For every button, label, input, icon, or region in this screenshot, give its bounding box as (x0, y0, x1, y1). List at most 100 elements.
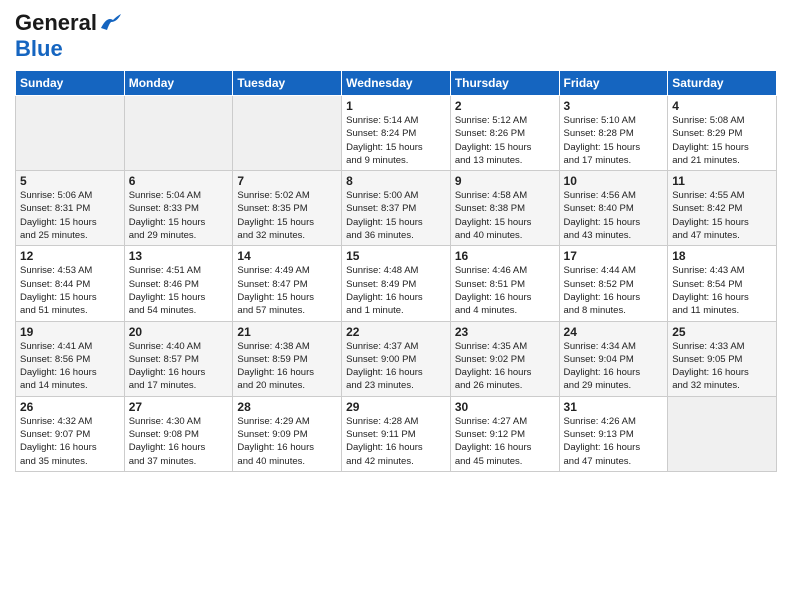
day-info: Sunrise: 4:49 AM Sunset: 8:47 PM Dayligh… (237, 264, 337, 317)
day-info: Sunrise: 4:27 AM Sunset: 9:12 PM Dayligh… (455, 415, 555, 468)
day-number: 16 (455, 249, 555, 263)
calendar-cell (124, 96, 233, 171)
calendar-cell: 16Sunrise: 4:46 AM Sunset: 8:51 PM Dayli… (450, 246, 559, 321)
page: General Blue SundayMondayTuesdayWednesda… (0, 0, 792, 612)
day-number: 24 (564, 325, 664, 339)
day-info: Sunrise: 4:38 AM Sunset: 8:59 PM Dayligh… (237, 340, 337, 393)
day-number: 27 (129, 400, 229, 414)
day-number: 4 (672, 99, 772, 113)
day-number: 30 (455, 400, 555, 414)
calendar-cell: 31Sunrise: 4:26 AM Sunset: 9:13 PM Dayli… (559, 396, 668, 471)
day-info: Sunrise: 4:43 AM Sunset: 8:54 PM Dayligh… (672, 264, 772, 317)
calendar-cell (16, 96, 125, 171)
calendar-cell: 13Sunrise: 4:51 AM Sunset: 8:46 PM Dayli… (124, 246, 233, 321)
day-number: 6 (129, 174, 229, 188)
day-number: 11 (672, 174, 772, 188)
header: General Blue (15, 10, 777, 62)
day-info: Sunrise: 5:04 AM Sunset: 8:33 PM Dayligh… (129, 189, 229, 242)
day-info: Sunrise: 5:10 AM Sunset: 8:28 PM Dayligh… (564, 114, 664, 167)
day-number: 13 (129, 249, 229, 263)
calendar-cell: 21Sunrise: 4:38 AM Sunset: 8:59 PM Dayli… (233, 321, 342, 396)
logo-bird-icon (99, 14, 121, 32)
day-info: Sunrise: 5:12 AM Sunset: 8:26 PM Dayligh… (455, 114, 555, 167)
day-info: Sunrise: 4:48 AM Sunset: 8:49 PM Dayligh… (346, 264, 446, 317)
calendar-cell: 30Sunrise: 4:27 AM Sunset: 9:12 PM Dayli… (450, 396, 559, 471)
day-number: 21 (237, 325, 337, 339)
calendar-cell: 4Sunrise: 5:08 AM Sunset: 8:29 PM Daylig… (668, 96, 777, 171)
day-number: 23 (455, 325, 555, 339)
calendar-cell: 28Sunrise: 4:29 AM Sunset: 9:09 PM Dayli… (233, 396, 342, 471)
logo-general: General (15, 10, 97, 36)
calendar-week-5: 26Sunrise: 4:32 AM Sunset: 9:07 PM Dayli… (16, 396, 777, 471)
day-info: Sunrise: 4:46 AM Sunset: 8:51 PM Dayligh… (455, 264, 555, 317)
day-number: 7 (237, 174, 337, 188)
calendar-cell: 27Sunrise: 4:30 AM Sunset: 9:08 PM Dayli… (124, 396, 233, 471)
calendar-week-1: 1Sunrise: 5:14 AM Sunset: 8:24 PM Daylig… (16, 96, 777, 171)
day-number: 10 (564, 174, 664, 188)
calendar-cell: 15Sunrise: 4:48 AM Sunset: 8:49 PM Dayli… (342, 246, 451, 321)
day-number: 5 (20, 174, 120, 188)
calendar-cell: 29Sunrise: 4:28 AM Sunset: 9:11 PM Dayli… (342, 396, 451, 471)
calendar-cell: 3Sunrise: 5:10 AM Sunset: 8:28 PM Daylig… (559, 96, 668, 171)
day-number: 31 (564, 400, 664, 414)
day-number: 2 (455, 99, 555, 113)
calendar-header-friday: Friday (559, 71, 668, 96)
day-number: 29 (346, 400, 446, 414)
calendar-cell: 18Sunrise: 4:43 AM Sunset: 8:54 PM Dayli… (668, 246, 777, 321)
day-info: Sunrise: 4:55 AM Sunset: 8:42 PM Dayligh… (672, 189, 772, 242)
calendar-cell (668, 396, 777, 471)
day-info: Sunrise: 4:56 AM Sunset: 8:40 PM Dayligh… (564, 189, 664, 242)
day-info: Sunrise: 4:51 AM Sunset: 8:46 PM Dayligh… (129, 264, 229, 317)
calendar-cell: 17Sunrise: 4:44 AM Sunset: 8:52 PM Dayli… (559, 246, 668, 321)
day-info: Sunrise: 5:06 AM Sunset: 8:31 PM Dayligh… (20, 189, 120, 242)
calendar-week-2: 5Sunrise: 5:06 AM Sunset: 8:31 PM Daylig… (16, 171, 777, 246)
day-number: 9 (455, 174, 555, 188)
calendar-week-3: 12Sunrise: 4:53 AM Sunset: 8:44 PM Dayli… (16, 246, 777, 321)
calendar-cell: 2Sunrise: 5:12 AM Sunset: 8:26 PM Daylig… (450, 96, 559, 171)
day-info: Sunrise: 4:32 AM Sunset: 9:07 PM Dayligh… (20, 415, 120, 468)
calendar-cell: 25Sunrise: 4:33 AM Sunset: 9:05 PM Dayli… (668, 321, 777, 396)
calendar-header-thursday: Thursday (450, 71, 559, 96)
calendar-cell: 8Sunrise: 5:00 AM Sunset: 8:37 PM Daylig… (342, 171, 451, 246)
day-info: Sunrise: 5:00 AM Sunset: 8:37 PM Dayligh… (346, 189, 446, 242)
calendar-cell: 14Sunrise: 4:49 AM Sunset: 8:47 PM Dayli… (233, 246, 342, 321)
logo-blue: Blue (15, 36, 63, 61)
day-number: 25 (672, 325, 772, 339)
calendar-cell: 12Sunrise: 4:53 AM Sunset: 8:44 PM Dayli… (16, 246, 125, 321)
calendar-table: SundayMondayTuesdayWednesdayThursdayFrid… (15, 70, 777, 472)
logo: General Blue (15, 10, 121, 62)
day-info: Sunrise: 4:35 AM Sunset: 9:02 PM Dayligh… (455, 340, 555, 393)
day-info: Sunrise: 4:26 AM Sunset: 9:13 PM Dayligh… (564, 415, 664, 468)
day-number: 15 (346, 249, 446, 263)
calendar-cell: 26Sunrise: 4:32 AM Sunset: 9:07 PM Dayli… (16, 396, 125, 471)
day-info: Sunrise: 5:14 AM Sunset: 8:24 PM Dayligh… (346, 114, 446, 167)
day-number: 17 (564, 249, 664, 263)
calendar-header-wednesday: Wednesday (342, 71, 451, 96)
calendar-cell: 20Sunrise: 4:40 AM Sunset: 8:57 PM Dayli… (124, 321, 233, 396)
calendar-cell: 7Sunrise: 5:02 AM Sunset: 8:35 PM Daylig… (233, 171, 342, 246)
calendar-cell (233, 96, 342, 171)
calendar-cell: 23Sunrise: 4:35 AM Sunset: 9:02 PM Dayli… (450, 321, 559, 396)
calendar-cell: 11Sunrise: 4:55 AM Sunset: 8:42 PM Dayli… (668, 171, 777, 246)
day-info: Sunrise: 4:37 AM Sunset: 9:00 PM Dayligh… (346, 340, 446, 393)
day-info: Sunrise: 4:34 AM Sunset: 9:04 PM Dayligh… (564, 340, 664, 393)
calendar-header-saturday: Saturday (668, 71, 777, 96)
day-number: 26 (20, 400, 120, 414)
day-info: Sunrise: 4:41 AM Sunset: 8:56 PM Dayligh… (20, 340, 120, 393)
day-number: 12 (20, 249, 120, 263)
day-info: Sunrise: 5:02 AM Sunset: 8:35 PM Dayligh… (237, 189, 337, 242)
calendar-header-tuesday: Tuesday (233, 71, 342, 96)
day-number: 22 (346, 325, 446, 339)
day-number: 3 (564, 99, 664, 113)
calendar-header-sunday: Sunday (16, 71, 125, 96)
calendar-cell: 19Sunrise: 4:41 AM Sunset: 8:56 PM Dayli… (16, 321, 125, 396)
calendar-cell: 5Sunrise: 5:06 AM Sunset: 8:31 PM Daylig… (16, 171, 125, 246)
day-info: Sunrise: 4:33 AM Sunset: 9:05 PM Dayligh… (672, 340, 772, 393)
day-number: 14 (237, 249, 337, 263)
day-number: 28 (237, 400, 337, 414)
day-number: 18 (672, 249, 772, 263)
calendar-cell: 9Sunrise: 4:58 AM Sunset: 8:38 PM Daylig… (450, 171, 559, 246)
day-info: Sunrise: 4:44 AM Sunset: 8:52 PM Dayligh… (564, 264, 664, 317)
day-info: Sunrise: 4:29 AM Sunset: 9:09 PM Dayligh… (237, 415, 337, 468)
calendar-cell: 24Sunrise: 4:34 AM Sunset: 9:04 PM Dayli… (559, 321, 668, 396)
